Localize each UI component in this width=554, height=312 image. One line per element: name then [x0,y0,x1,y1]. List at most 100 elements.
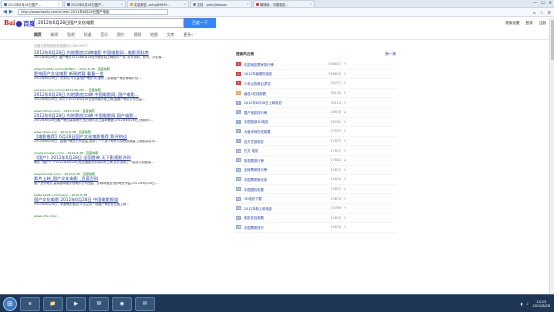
taskbar-app-icon[interactable]: W [89,296,109,311]
result-url[interactable]: www.tianxia.com/... 2012-6-28 - 百度快照 [34,172,220,176]
hot-search-title: 搜索风云榜 [236,52,254,56]
search-results: 2012年6月28日 内地票房|口碑电影 中国电影网...电影资料库 2012年6… [34,50,220,218]
hot-search-link[interactable]: 百万富翁电影 [244,139,316,144]
baidu-logo[interactable]: Bai 百度 [4,19,35,28]
refresh-link[interactable]: 换一换 [385,52,396,57]
clock[interactable]: 14:23 2012/6/28 [533,300,550,308]
taskbar-app-icon[interactable]: 📁 [43,296,63,311]
volume-icon[interactable]: ♪ [526,302,528,306]
gear-icon[interactable]: ⚙ [547,10,551,15]
hot-search-link[interactable]: 匹夫 电影 [244,148,316,153]
search-count: 17642 [330,158,342,163]
rank-badge: 13 [236,177,241,182]
trend-up-icon: ↑ [343,225,347,230]
search-input[interactable]: 2012年6月28日国产文化电影 [34,18,184,28]
browser-tab[interactable]: 文档 - gem/jeepson × [190,0,252,7]
close-icon[interactable]: × [183,2,186,6]
close-icon[interactable]: × [246,2,249,6]
browser-tab[interactable]: 2012年6月28日国产... × [64,0,126,7]
result-description: 国产文化电影,是指由中国大陆电影公司出品、反映中国文化的电影作品,2012年6月… [34,181,158,185]
search-result: 2012年6月28日 内地票房|口碑 中国电影网, 国产电影... 2012年6月… [34,92,220,113]
start-button[interactable]: ⊞ [3,296,17,311]
result-url[interactable]: ent.sina.com.cn/m/c/2012-06-28/ ... 百度快照 [34,88,220,92]
close-icon[interactable]: × [57,2,60,6]
hot-search-link[interactable]: 电影在线观看 [244,215,316,220]
rank-badge: 11 [236,158,241,163]
minimize-icon[interactable]: — [533,0,537,5]
url-input[interactable]: http://www.baidu.com/s?wd=2012年6月28日国产电影 [18,9,168,15]
search-count: 28761 [330,119,342,124]
top-link[interactable]: 搜索设置 [505,21,519,26]
result-description: 2012年6月28日 - 由国产电影公司出品,讲述了一个关于成长与梦想的故事,上… [34,139,158,143]
search-count: 398672 [328,62,341,67]
result-description: 电影《国产》于2012年6月28日在全国各大影院同步上映,影片讲述了一段感人的故… [34,160,154,164]
favicon-icon [130,2,133,6]
close-icon[interactable]: × [120,2,123,6]
hot-search-item: 10 匹夫 电影 17671 ↑ [236,146,396,156]
home-icon[interactable]: ⌂ [533,10,536,15]
forward-arrow-icon[interactable]: ▶ [9,9,15,15]
hot-search-link[interactable]: 2012年新上映电影 [244,206,316,211]
browser-tab[interactable]: 微博版 - 中国电影... × [253,0,315,7]
top-link[interactable]: 注册 [539,21,546,26]
hot-search-link[interactable]: 中国电影票房排行榜 [244,62,316,67]
search-count: 27875 [330,129,342,134]
hot-search-link[interactable]: 国产电影排行榜 [244,110,316,115]
hot-search-link[interactable]: 中国首部3D电影 [244,119,316,124]
close-icon[interactable]: × [309,2,312,6]
favicon-icon [67,2,70,6]
trend-up-icon: ↑ [343,206,347,211]
rank-badge: 9 [236,139,241,144]
trend-up-icon: ↑ [343,167,347,172]
search-result: 影响国产文化电影 新闻转载 看看一览 2012年6月28日 - 大家好,今天是'国… [34,71,220,92]
address-bar: ◀ ▶ http://www.baidu.com/s?wd=2012年6月28日… [0,8,554,17]
result-url[interactable]: www.cctv.com/... [34,214,220,218]
browser-tab[interactable]: 实验报告--wlnpJBHHH... × [127,0,189,7]
hot-search-link[interactable]: 中国国际影展 [244,187,316,192]
page-scrollbar[interactable] [549,18,554,294]
hot-search-link[interactable]: 2012年暑期档电影 [244,71,316,76]
search-result: 《国产》2012年6月28日 全国首映 天下影视影评网 电影《国产》于2012年6… [34,155,220,176]
rank-badge: 7 [236,119,241,124]
hot-search-list: 1 中国电影票房排行榜 398672 ↑ 2 2012年暑期档电影 356670 ↑ 3 少年派的… [236,60,396,233]
top-link[interactable]: 登录 [526,21,533,26]
taskbar-app-icon[interactable]: ▶ [66,296,86,311]
hot-search-link[interactable]: 少年派的奇幻漂流 [244,81,316,86]
hot-search-item: 8 大魔术师在线观看 27875 ↑ [236,127,396,137]
result-url[interactable]: www.m1905.com/mdb/film/... 2012-6-28 - 百… [34,67,220,71]
rank-badge: 16 [236,206,241,211]
search-result: 2012年6月28日 内地票房|口碑 中国电影网 国产电影... 2012年6月2… [34,113,220,134]
hot-search-link[interactable]: 大魔术师在线观看 [244,129,316,134]
hot-search-item: 7 中国首部3D电影 28761 ↑ [236,118,396,128]
hot-search-link[interactable]: 中国票房排行 [244,225,316,230]
taskbar-app-icon[interactable]: ◉ [112,296,132,311]
hot-search-link[interactable]: 3D电影下载 [244,196,316,201]
result-url[interactable]: baike.baidu.com/view/... 2012-6-28 [34,193,220,197]
star-icon[interactable]: ☆ [540,10,544,15]
search-button[interactable]: 百度一下 [184,18,216,28]
hot-search-link[interactable]: 全球票房排行榜 [244,167,316,172]
trend-up-icon: ↑ [343,196,347,201]
network-icon[interactable]: ▮ [521,302,523,306]
trend-up-icon: ↑ [343,215,347,220]
result-url[interactable]: www.cbooo.cn/... 2012-6-28 - 百度快照 [34,130,220,134]
result-description: 2012年6月28日 - 中国电影报道:今天又有一部国产电影在全国上映... [34,202,130,206]
taskbar-app-icon[interactable]: e [20,296,40,311]
search-count: 14872 [330,187,342,192]
hot-search-link[interactable]: 中国票房新纪录 [244,177,316,182]
browser-tab[interactable]: 2012年6月28日国产... × [1,0,63,7]
hot-search-link[interactable]: 画皮2在线观看 [244,91,316,96]
result-url[interactable]: www.mtime.com/... 2012-6-28 - 百度快照 [34,109,220,113]
maximize-icon[interactable]: ☐ [541,0,545,5]
top-links: 搜索设置 登录 注册 [505,21,546,26]
trend-up-icon: ↑ [343,62,347,67]
taskbar-app-icon[interactable]: ✉ [135,296,155,311]
rank-badge: 12 [236,167,241,172]
result-description: 2012年6月28日国产电影票房统计,当日排片及上座率数据,2012年6月28日… [34,118,154,122]
hot-search-link[interactable]: 影视剧排行榜 [244,158,316,163]
close-window-icon[interactable]: ✕ [549,0,552,5]
hot-search-link[interactable]: 2012年6月28日上映电影 [244,100,316,105]
trend-down-icon: ↓ [343,187,347,192]
result-url[interactable]: movie.douban.com/... 2012-6-28 - 百度快照 [34,151,220,155]
window-controls: — ☐ ✕ [533,0,552,5]
